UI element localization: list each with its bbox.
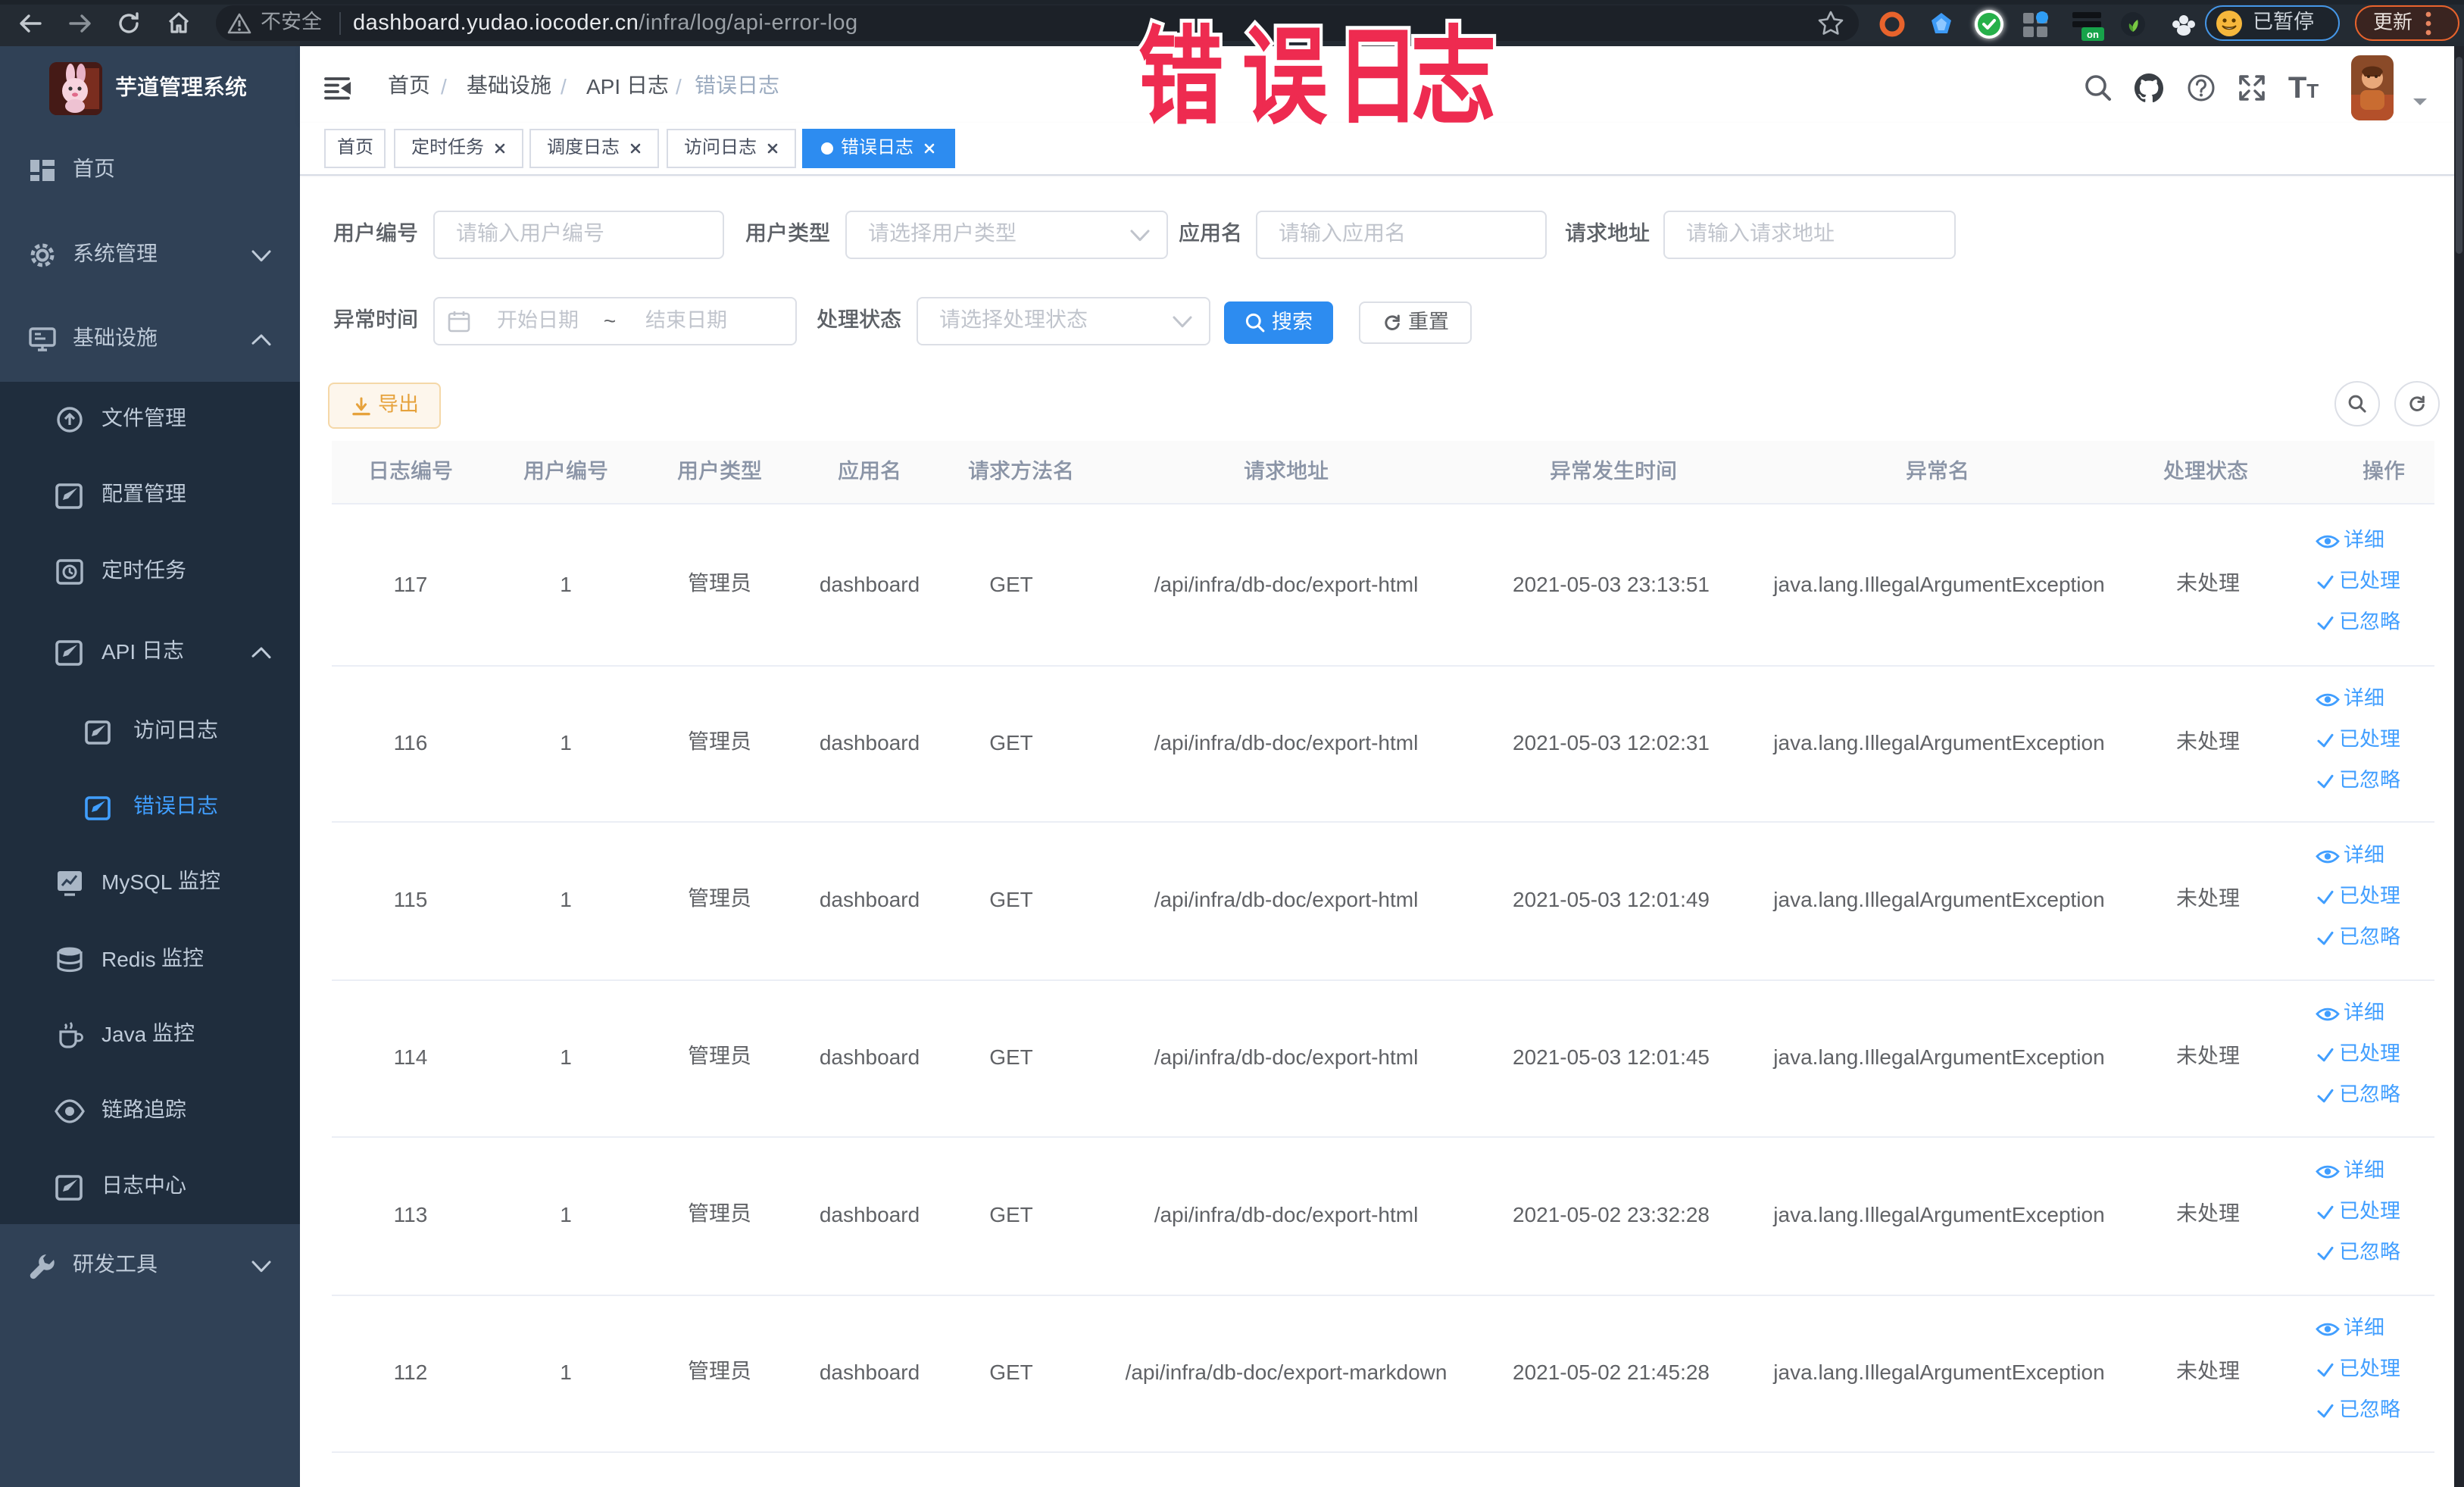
svg-text:on: on <box>2087 29 2099 40</box>
